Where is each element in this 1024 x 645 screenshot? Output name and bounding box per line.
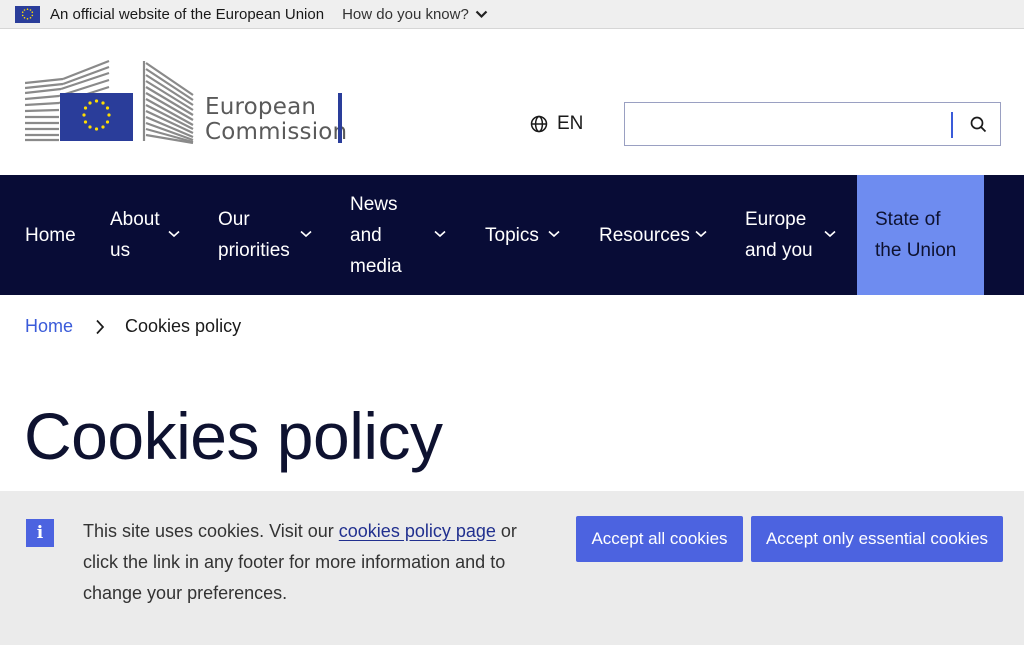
text-cursor (951, 112, 953, 138)
chevron-down-icon (548, 230, 560, 238)
cookie-message: This site uses cookies. Visit our cookie… (83, 516, 533, 609)
breadcrumb-home-link[interactable]: Home (25, 316, 73, 337)
nav-label-line: Europe (745, 209, 807, 230)
chevron-down-icon (695, 230, 707, 238)
nav-item-about-us[interactable]: About us (110, 175, 186, 295)
nav-label-line: Our (218, 209, 250, 230)
nav-label-line: About (110, 209, 160, 230)
logo-line-commission: Commission (205, 119, 348, 145)
how-do-you-know-label: How do you know? (342, 5, 469, 23)
eu-flag-icon (15, 5, 40, 23)
cookie-text-before: This site uses cookies. Visit our (83, 521, 339, 541)
chevron-down-icon (434, 230, 446, 238)
how-do-you-know-toggle[interactable]: How do you know? (342, 6, 488, 23)
nav-item-home[interactable]: Home (25, 175, 76, 295)
nav-item-resources[interactable]: Resources (599, 175, 711, 295)
page-title: Cookies policy (24, 399, 443, 473)
cookies-policy-link[interactable]: cookies policy page (339, 521, 496, 541)
chevron-down-icon (475, 10, 488, 18)
nav-label: Our priorities (218, 204, 290, 266)
nav-item-topics[interactable]: Topics (485, 175, 565, 295)
nav-label: About us (110, 204, 160, 266)
search-box (624, 102, 1001, 146)
breadcrumb: Home Cookies policy (25, 316, 241, 337)
nav-item-europe-and-you[interactable]: Europe and you (745, 175, 841, 295)
logo-line-european: European (205, 94, 317, 120)
nav-label-line: us (110, 240, 131, 261)
nav-label-line: priorities (218, 240, 290, 261)
breadcrumb-current: Cookies policy (125, 316, 242, 336)
nav-label-line: and (350, 224, 382, 246)
logo-divider (338, 93, 342, 143)
accept-essential-cookies-button[interactable]: Accept only essential cookies (751, 516, 1003, 562)
nav-label: Europe and you (745, 204, 813, 266)
nav-item-our-priorities[interactable]: Our priorities (218, 175, 314, 295)
commission-building-icon (24, 59, 194, 145)
nav-label: Topics (485, 224, 539, 246)
nav-label-line: the Union (875, 240, 957, 261)
language-selector[interactable]: EN (530, 113, 583, 135)
nav-label: Home (25, 224, 76, 246)
nav-item-state-of-the-union[interactable]: State of the Union (857, 175, 984, 295)
nav-label: Resources (599, 224, 690, 246)
logo-wordmark: European Commission (205, 95, 347, 145)
nav-label-line: and you (745, 240, 813, 261)
nav-label-line: media (350, 255, 402, 277)
search-button[interactable] (955, 103, 1001, 145)
nav-item-news-and-media[interactable]: News and media (350, 175, 450, 295)
globe-icon (530, 115, 548, 133)
chevron-down-icon (824, 230, 836, 238)
nav-label-line: State of (875, 209, 941, 230)
accept-all-cookies-button[interactable]: Accept all cookies (576, 516, 743, 562)
chevron-down-icon (168, 230, 180, 238)
official-website-text: An official website of the European Unio… (50, 5, 325, 23)
cookie-consent-banner: i This site uses cookies. Visit our cook… (0, 491, 1024, 645)
nav-label: News and media (350, 189, 402, 282)
site-header: European Commission EN (0, 29, 1024, 175)
eu-official-banner: An official website of the European Unio… (0, 0, 1024, 29)
chevron-right-icon (95, 319, 105, 335)
language-code: EN (557, 113, 584, 134)
nav-label-line: News (350, 193, 398, 215)
search-icon (970, 116, 986, 132)
nav-label: State of the Union (875, 204, 956, 266)
search-input[interactable] (625, 103, 951, 145)
main-navigation: Home About us Our priorities News and me… (0, 175, 1024, 295)
info-icon: i (26, 519, 54, 547)
chevron-down-icon (300, 230, 312, 238)
